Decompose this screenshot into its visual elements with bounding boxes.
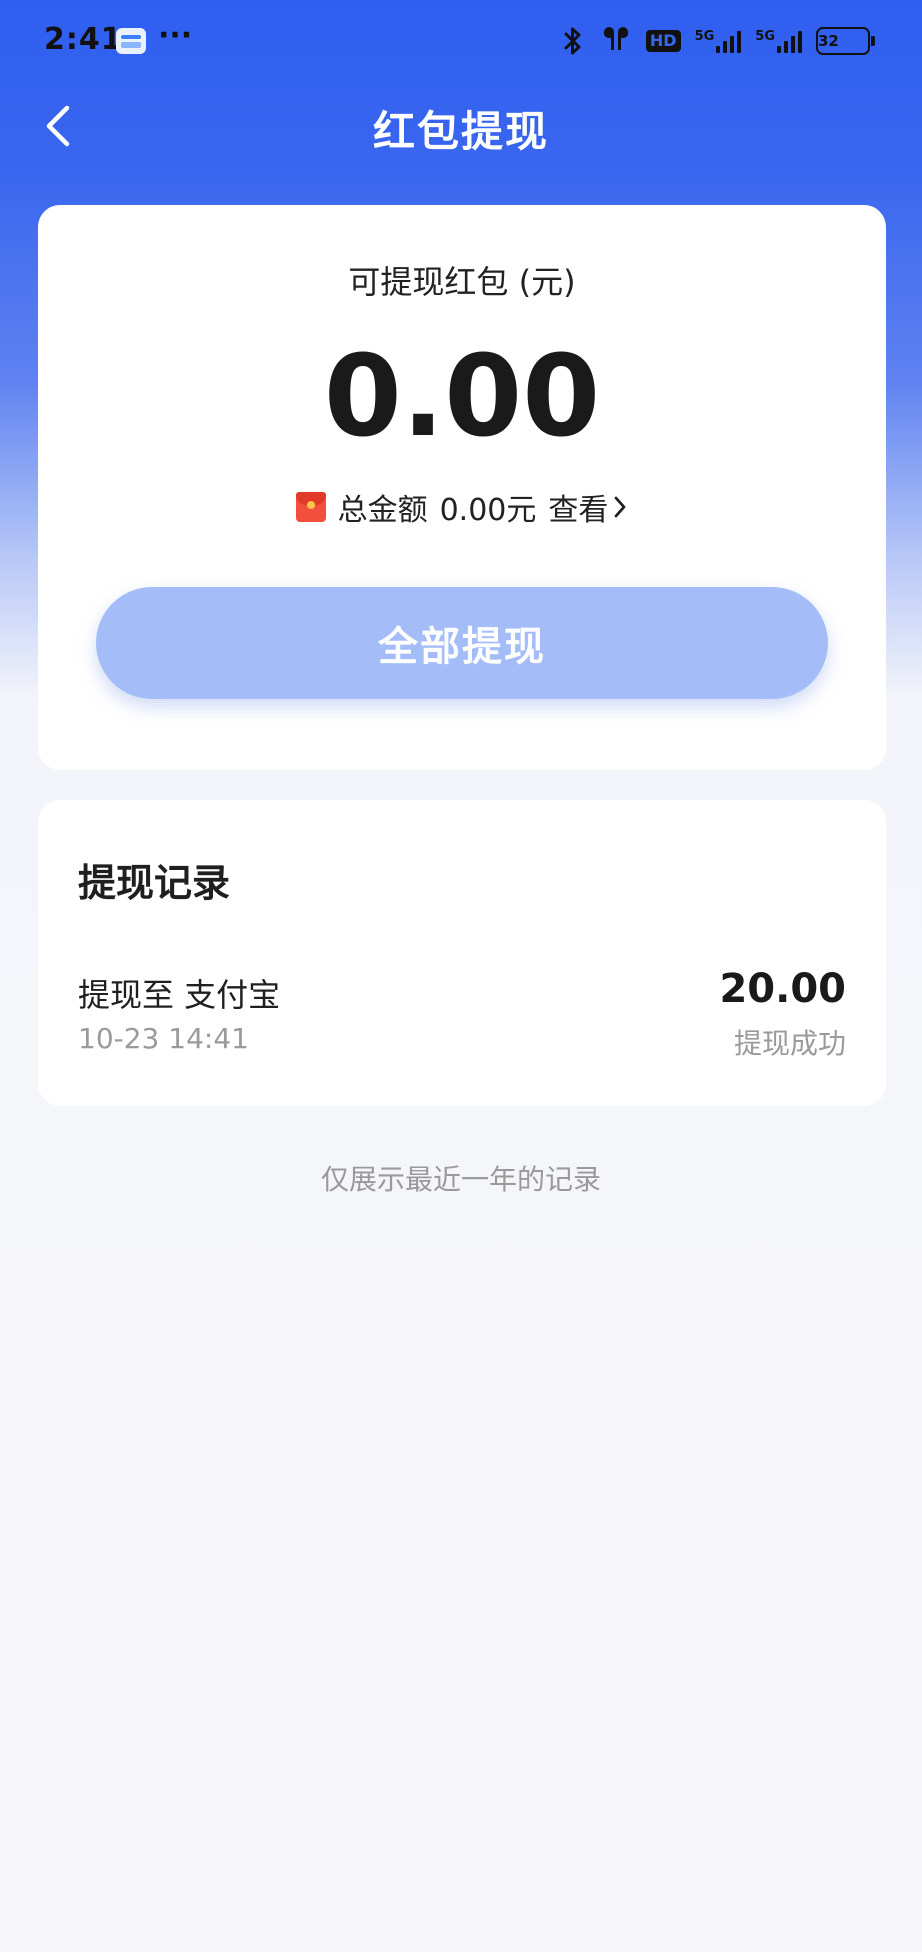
chevron-right-icon [614, 496, 626, 518]
view-total-label: 查看 [548, 493, 609, 528]
record-destination: 提现至 支付宝 [78, 976, 281, 1014]
withdrawal-records-card: 提现记录 提现至 支付宝 10-23 14:41 20.00 提现成功 [38, 800, 886, 1106]
status-indicators: HD 5G 5G 32 [560, 26, 875, 56]
status-time: 2:41 [44, 22, 123, 57]
earbuds-icon [600, 26, 632, 56]
record-status: 提现成功 [733, 1027, 846, 1060]
page-title: 红包提现 [372, 107, 549, 156]
balance-card: 可提现红包 (元) 0.00 总金额 0.00元 查看 全部提现 [38, 205, 886, 770]
view-total-link[interactable]: 查看 [548, 485, 628, 529]
withdrawable-amount: 0.00 [323, 332, 601, 462]
status-bar: 2:41 ··· HD 5G 5G 32 [0, 0, 922, 84]
record-row[interactable]: 提现至 支付宝 10-23 14:41 20.00 提现成功 [38, 966, 886, 1070]
network-type-label-secondary: 5G [755, 29, 775, 44]
withdrawable-label: 可提现红包 (元) [348, 263, 576, 301]
network-type-label: 5G [694, 29, 715, 44]
battery-icon: 32 [816, 27, 875, 55]
notification-app-icon [116, 28, 146, 54]
record-time: 10-23 14:41 [78, 1022, 249, 1055]
total-amount-value: 0.00元 [439, 493, 537, 528]
nav-bar: 红包提现 [0, 84, 922, 168]
red-envelope-icon [295, 492, 326, 522]
signal-icon: 5G [695, 29, 742, 53]
total-amount-label: 总金额 [337, 493, 428, 528]
more-notifications-icon: ··· [158, 18, 193, 53]
signal-icon-secondary: 5G [755, 29, 802, 53]
records-range-note: 仅展示最近一年的记录 [320, 1163, 601, 1196]
hd-voice-badge: HD [645, 30, 681, 52]
withdraw-all-button[interactable]: 全部提现 [96, 587, 828, 699]
bluetooth-icon [560, 26, 586, 56]
total-amount-row: 总金额 0.00元 查看 [38, 485, 886, 529]
records-title: 提现记录 [78, 861, 231, 905]
record-amount: 20.00 [719, 966, 846, 1012]
